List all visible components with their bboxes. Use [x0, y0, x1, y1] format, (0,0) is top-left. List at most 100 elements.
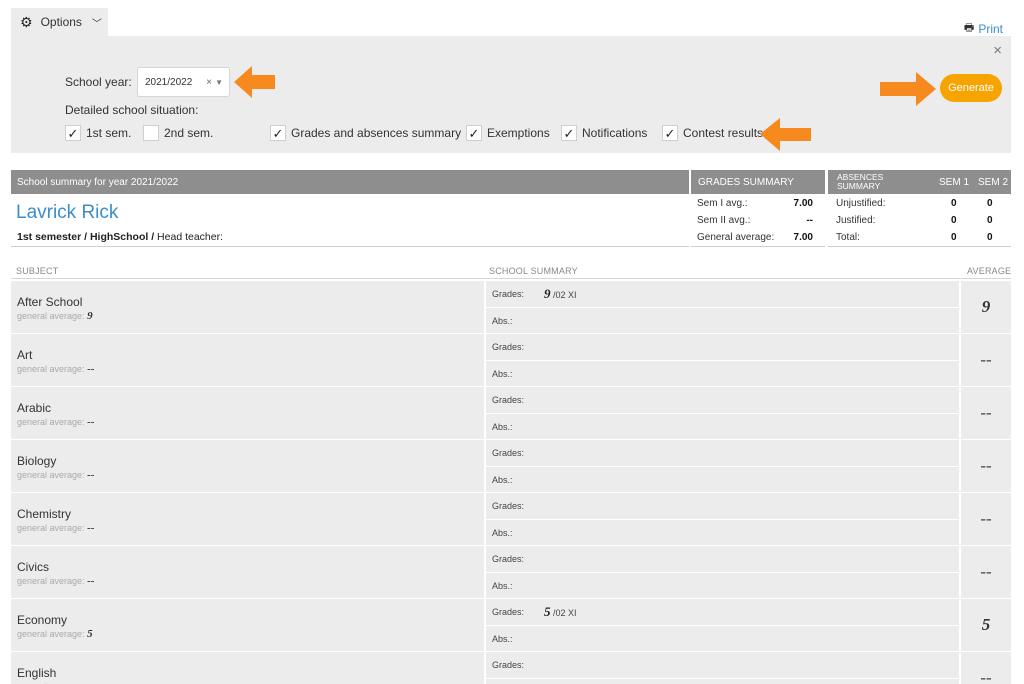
general-average-label: general average:: [17, 576, 88, 586]
subject-cell: Economy general average: 5: [11, 599, 484, 651]
absences-cell: Abs.:: [486, 467, 959, 492]
table-row: Civics general average: -- Grades: Abs.: --: [11, 546, 1011, 598]
student-name: Lavrick Rick: [16, 202, 119, 223]
average-cell: --: [961, 493, 1011, 545]
table-row: After School general average: 9 Grades: 9 /…: [11, 281, 1011, 333]
general-average-label: general average:: [17, 523, 88, 533]
abs-label: Abs.:: [492, 528, 513, 538]
gs-value: 7.00: [793, 232, 813, 243]
subject-cell: Art general average: --: [11, 334, 484, 386]
subject-name: After School: [17, 295, 83, 309]
divider: [11, 278, 1011, 279]
table-row: Chemistry general average: -- Grades: Abs.:…: [11, 493, 1011, 545]
absences-summary-header: ABSENCES SUMMARY SEM 1 SEM 2: [828, 170, 1011, 194]
absences-cell: Abs.:: [486, 573, 959, 598]
grades-summary-row: Sem I avg.: 7.00: [697, 198, 819, 209]
grades-cell: Grades: 5 /02 XI: [486, 599, 959, 625]
as-label: Justified:: [836, 215, 876, 226]
average-column-header: AVERAGE: [967, 266, 1012, 276]
student-info-rest: Head teacher:: [154, 231, 224, 243]
grade-date: /02 XI: [550, 290, 577, 300]
table-row: Englishgeneral average: -- Grades: Abs.:--: [11, 652, 1011, 684]
subject-name: English: [17, 666, 57, 680]
subject-cell: Arabic general average: --: [11, 387, 484, 439]
table-row: Art general average: -- Grades: Abs.: --: [11, 334, 1011, 386]
average-cell: --: [961, 334, 1011, 386]
table-row: Biology general average: -- Grades: Abs.: --: [11, 440, 1011, 492]
abs-label: Abs.:: [492, 369, 513, 379]
divider: [691, 246, 825, 247]
arrow-left-contest-results: [760, 118, 811, 151]
as-label: Unjustified:: [836, 198, 886, 209]
general-average-label: general average:: [17, 364, 88, 374]
general-average: general average: --: [17, 522, 94, 534]
subject-cell: Civics general average: --: [11, 546, 484, 598]
absences-title-2: SUMMARY: [837, 181, 881, 191]
abs-label: Abs.:: [492, 316, 513, 326]
general-average: general average: --: [17, 416, 94, 428]
divider: [828, 246, 1011, 247]
grades-cell: Grades:: [486, 493, 959, 519]
general-average-value: 9: [87, 310, 93, 322]
as-sem1: 0: [951, 232, 957, 243]
grades-label: Grades:: [492, 395, 525, 405]
general-average: general average: 5: [17, 628, 93, 640]
general-average-label: general average:: [17, 417, 88, 427]
as-sem2: 0: [987, 198, 993, 209]
grade-entry: 9 /02 XI: [544, 286, 577, 302]
general-average-label: general average:: [17, 629, 88, 639]
subject-name: Art: [17, 348, 33, 362]
grades-label: Grades:: [492, 289, 525, 299]
subject-name: Chemistry: [17, 507, 72, 521]
subject-name: Biology: [17, 454, 57, 468]
absences-cell: Abs.:: [486, 679, 959, 684]
grades-cell: Grades:: [486, 334, 959, 360]
as-label: Total:: [836, 232, 860, 243]
average-cell: 9: [961, 281, 1011, 333]
grades-cell: Grades:: [486, 546, 959, 572]
average-cell: --: [961, 546, 1011, 598]
gs-label: Sem II avg.:: [697, 215, 751, 226]
grades-cell: Grades: 9 /02 XI: [486, 281, 959, 307]
gs-label: General average:: [697, 232, 775, 243]
as-sem1: 0: [951, 198, 957, 209]
absences-cell: Abs.:: [486, 520, 959, 545]
grades-label: Grades:: [492, 607, 525, 617]
grades-cell: Grades:: [486, 387, 959, 413]
abs-label: Abs.:: [492, 581, 513, 591]
abs-label: Abs.:: [492, 422, 513, 432]
as-sem1: 0: [951, 215, 957, 226]
gs-value: 7.00: [793, 198, 813, 209]
as-sem2: 0: [987, 232, 993, 243]
general-average-value: --: [87, 363, 95, 375]
average-cell: --: [961, 440, 1011, 492]
subject-cell: After School general average: 9: [11, 281, 484, 333]
grades-label: Grades:: [492, 342, 525, 352]
absences-row: Total: 0 0: [836, 232, 1006, 243]
abs-label: Abs.:: [492, 634, 513, 644]
divider: [11, 246, 689, 247]
absences-cell: Abs.:: [486, 414, 959, 439]
school-summary-column-header: SCHOOL SUMMARY: [489, 266, 578, 276]
school-summary-header: School summary for year 2021/2022: [11, 170, 689, 194]
gs-value: --: [806, 215, 813, 226]
subject-column-header: SUBJECT: [16, 266, 59, 276]
student-info: 1st semester / HighSchool / Head teacher…: [17, 231, 223, 243]
absences-cell: Abs.:: [486, 308, 959, 333]
sem2-label: SEM 2: [978, 177, 1009, 188]
table-row: Arabic general average: -- Grades: Abs.: --: [11, 387, 1011, 439]
grades-summary-header: GRADES SUMMARY: [691, 170, 825, 194]
grade-date: /02 XI: [550, 608, 577, 618]
arrow-left-school-year: [234, 66, 275, 98]
subject-cell: Biology general average: --: [11, 440, 484, 492]
absences-cell: Abs.:: [486, 361, 959, 386]
absences-row: Justified: 0 0: [836, 215, 1006, 226]
average-cell: --: [961, 652, 1011, 684]
absences-row: Unjustified: 0 0: [836, 198, 1006, 209]
grades-label: Grades:: [492, 501, 525, 511]
grades-cell: Grades:: [486, 440, 959, 466]
sem1-label: SEM 1: [939, 177, 970, 188]
grades-summary-row: Sem II avg.: --: [697, 215, 819, 226]
table-row: Economy general average: 5 Grades: 5 /02 XI…: [11, 599, 1011, 651]
grades-summary-row: General average: 7.00: [697, 232, 819, 243]
